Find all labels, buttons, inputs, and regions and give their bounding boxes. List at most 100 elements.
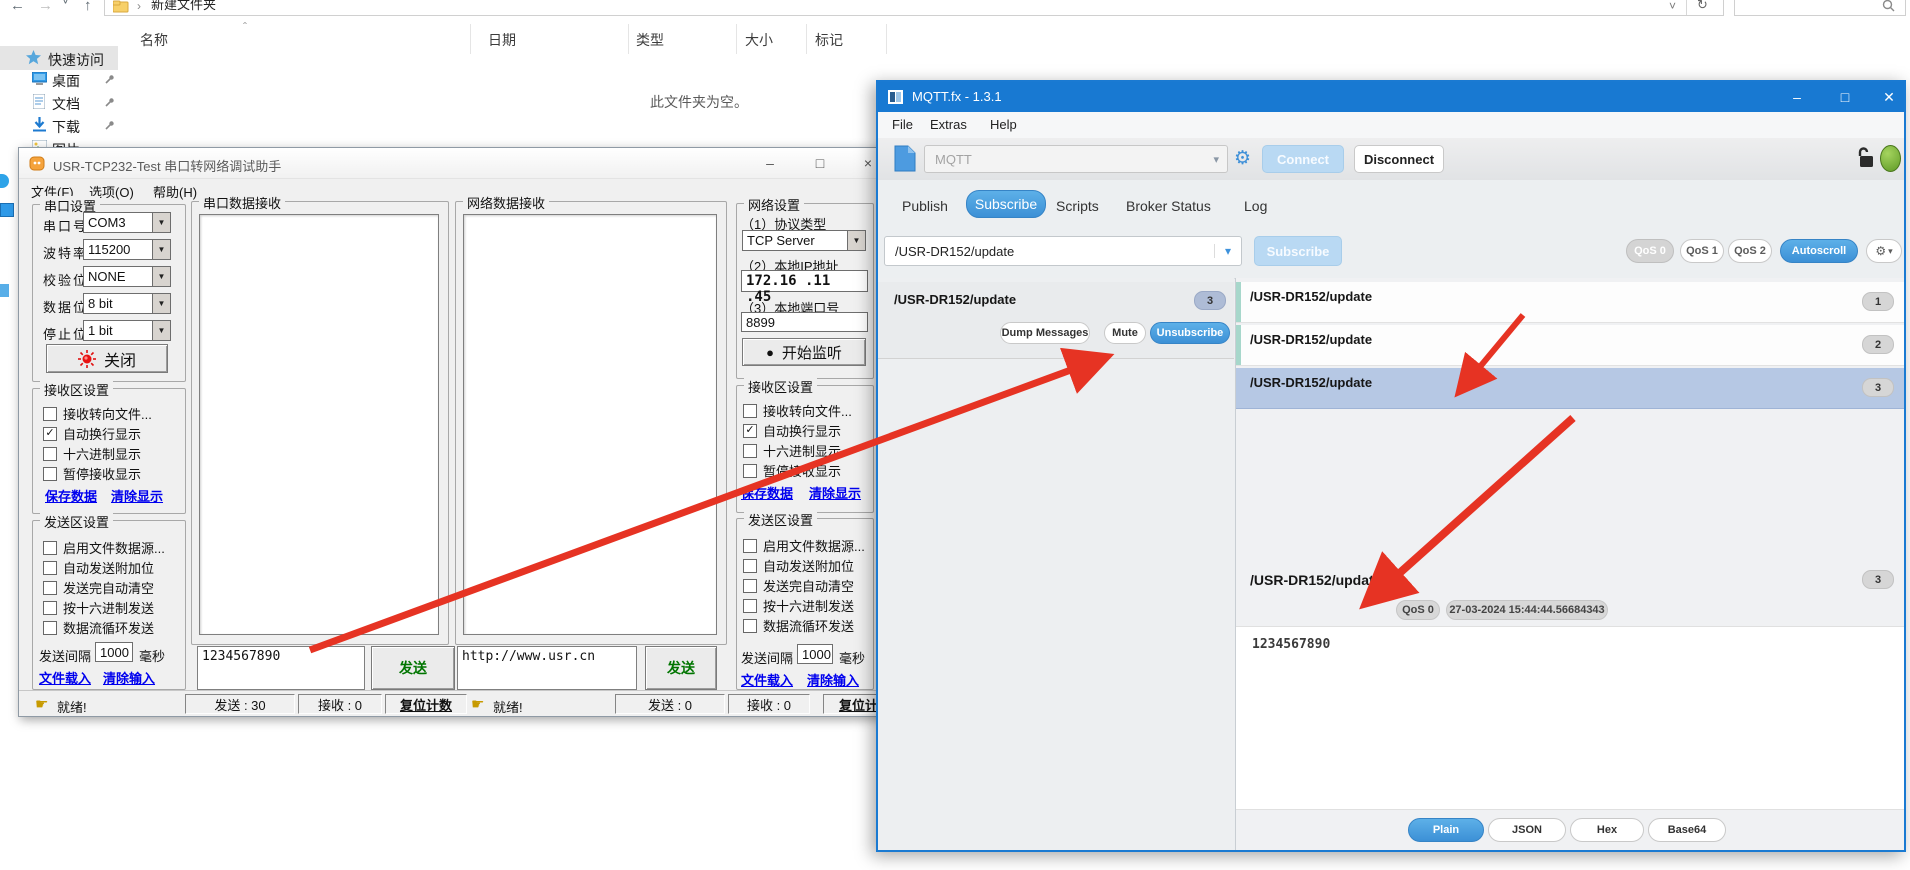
subscribe-button[interactable]: Subscribe xyxy=(1254,236,1342,266)
qos2-button[interactable]: QoS 2 xyxy=(1728,239,1772,263)
serial-recv-area[interactable] xyxy=(199,214,439,635)
sidebar-item-downloads[interactable]: 下载 xyxy=(0,114,118,136)
checkbox-hex-display[interactable]: 十六进制显示 xyxy=(43,444,141,463)
start-listen-button[interactable]: ● 开始监听 xyxy=(742,338,866,366)
back-icon[interactable]: ← xyxy=(10,0,25,14)
local-ip-input[interactable]: 172.16 .11 .45 xyxy=(741,270,868,292)
net-recv-area[interactable] xyxy=(463,214,717,635)
interval-input[interactable]: 1000 xyxy=(797,644,833,664)
stop-bits-select[interactable]: 1 bit▼ xyxy=(83,320,171,341)
qos1-button[interactable]: QoS 1 xyxy=(1680,239,1724,263)
usr-titlebar[interactable]: USR-TCP232-Test 串口转网络调试助手 – □ × xyxy=(19,148,887,179)
checkbox-file-datasource[interactable]: 启用文件数据源... xyxy=(43,538,165,557)
baud-rate-select[interactable]: 115200▼ xyxy=(83,239,171,260)
clear-display-link[interactable]: 清除显示 xyxy=(809,483,861,502)
dump-messages-button[interactable]: Dump Messages xyxy=(1000,322,1090,344)
checkbox-loop-send[interactable]: 数据流循环发送 xyxy=(743,616,854,635)
checkbox-send-as-hex[interactable]: 按十六进制发送 xyxy=(43,598,154,617)
forward-icon[interactable]: → xyxy=(38,0,53,14)
protocol-select[interactable]: TCP Server▼ xyxy=(742,230,866,251)
mqtt-titlebar[interactable]: MQTT.fx - 1.3.1 – □ ✕ xyxy=(878,82,1904,112)
format-base64-button[interactable]: Base64 xyxy=(1648,818,1726,842)
checkbox-auto-append[interactable]: 自动发送附加位 xyxy=(43,558,154,577)
close-serial-button[interactable]: 关闭 xyxy=(46,344,168,373)
tab-scripts[interactable]: Scripts xyxy=(1056,198,1099,214)
checkbox-clear-after-send[interactable]: 发送完自动清空 xyxy=(43,578,154,597)
dropdown-icon[interactable]: ▼ xyxy=(152,321,170,340)
search-input[interactable] xyxy=(1734,0,1906,16)
format-hex-button[interactable]: Hex xyxy=(1570,818,1644,842)
clear-input-link[interactable]: 清除输入 xyxy=(807,670,859,689)
column-header-tags[interactable]: 标记 xyxy=(815,30,843,50)
serial-send-input[interactable]: 1234567890 xyxy=(197,646,365,690)
address-bar[interactable]: › 新建文件夹 ˅ ↻ xyxy=(104,0,1724,16)
connect-button[interactable]: Connect xyxy=(1262,145,1344,173)
column-header-size[interactable]: 大小 xyxy=(745,30,773,50)
dropdown-icon[interactable]: ▼ xyxy=(152,213,170,232)
minimize-button[interactable]: – xyxy=(1780,82,1814,112)
menu-help[interactable]: Help xyxy=(990,117,1017,132)
reset-counter-left[interactable]: 复位计数 xyxy=(385,694,467,714)
data-bits-select[interactable]: 8 bit▼ xyxy=(83,293,171,314)
checkbox-loop-send[interactable]: 数据流循环发送 xyxy=(43,618,154,637)
checkbox-clear-after-send[interactable]: 发送完自动清空 xyxy=(743,576,854,595)
tab-publish[interactable]: Publish xyxy=(902,198,948,214)
dropdown-icon[interactable]: ▼ xyxy=(152,267,170,286)
up-icon[interactable]: ↑ xyxy=(84,0,92,14)
breadcrumb[interactable]: 新建文件夹 xyxy=(151,0,216,13)
minimize-button[interactable]: – xyxy=(755,152,785,174)
dropdown-icon[interactable]: ▼ xyxy=(847,231,865,250)
message-row[interactable]: /USR-DR152/update 1 xyxy=(1236,282,1904,323)
subscribe-options-button[interactable]: ⚙▾ xyxy=(1866,239,1902,263)
menu-file[interactable]: File xyxy=(892,117,913,132)
sidebar-item-desktop[interactable]: 桌面 xyxy=(0,68,118,90)
interval-input[interactable]: 1000 xyxy=(95,642,133,662)
com-port-select[interactable]: COM3▼ xyxy=(83,212,171,233)
mute-button[interactable]: Mute xyxy=(1104,322,1146,344)
serial-send-button[interactable]: 发送 xyxy=(371,646,455,690)
maximize-button[interactable]: □ xyxy=(805,152,835,174)
load-file-link[interactable]: 文件载入 xyxy=(39,668,91,687)
column-header-name[interactable]: 名称 xyxy=(140,30,168,50)
close-button[interactable]: ✕ xyxy=(1872,82,1906,112)
message-row-selected[interactable]: /USR-DR152/update 3 xyxy=(1236,368,1904,409)
menu-help[interactable]: 帮助(H) xyxy=(153,182,197,201)
local-port-input[interactable]: 8899 xyxy=(741,312,868,332)
clear-input-link[interactable]: 清除输入 xyxy=(103,668,155,687)
settings-gear-icon[interactable]: ⚙ xyxy=(1234,147,1251,170)
address-dropdown-icon[interactable]: ˅ xyxy=(1669,0,1676,13)
profile-select[interactable]: MQTT ▾ xyxy=(924,145,1228,173)
column-header-date[interactable]: 日期 xyxy=(488,30,516,50)
checkbox-pause-recv[interactable]: 暂停接收显示 xyxy=(743,461,841,480)
tab-log[interactable]: Log xyxy=(1244,198,1267,214)
net-send-button[interactable]: 发送 xyxy=(645,646,717,690)
payload-area[interactable]: 1234567890 xyxy=(1236,626,1904,810)
subscription-item[interactable]: /USR-DR152/update 3 Dump Messages Mute U… xyxy=(878,282,1234,359)
menu-extras[interactable]: Extras xyxy=(930,117,967,132)
column-header-type[interactable]: 类型 xyxy=(636,30,664,50)
checkbox-send-as-hex[interactable]: 按十六进制发送 xyxy=(743,596,854,615)
topic-dropdown-icon[interactable]: ▾ xyxy=(1214,244,1241,258)
checkbox-pause-recv[interactable]: 暂停接收显示 xyxy=(43,464,141,483)
tab-subscribe[interactable]: Subscribe xyxy=(966,190,1046,218)
checkbox-auto-append[interactable]: 自动发送附加位 xyxy=(743,556,854,575)
save-data-link[interactable]: 保存数据 xyxy=(741,483,793,502)
checkbox-recv-to-file[interactable]: 接收转向文件... xyxy=(43,404,152,423)
format-json-button[interactable]: JSON xyxy=(1488,818,1566,842)
parity-select[interactable]: NONE▼ xyxy=(83,266,171,287)
sidebar-item-quick-access[interactable]: 快速访问 xyxy=(0,46,118,70)
clear-display-link[interactable]: 清除显示 xyxy=(111,486,163,505)
checkbox-auto-linewrap[interactable]: ✓自动换行显示 xyxy=(743,421,841,440)
checkbox-recv-to-file[interactable]: 接收转向文件... xyxy=(743,401,852,420)
dropdown-icon[interactable]: ▼ xyxy=(152,240,170,259)
save-data-link[interactable]: 保存数据 xyxy=(45,486,97,505)
net-send-input[interactable]: http://www.usr.cn xyxy=(457,646,637,690)
checkbox-auto-linewrap[interactable]: ✓自动换行显示 xyxy=(43,424,141,443)
load-file-link[interactable]: 文件载入 xyxy=(741,670,793,689)
format-plain-button[interactable]: Plain xyxy=(1408,818,1484,842)
dropdown-icon[interactable]: ▼ xyxy=(152,294,170,313)
checkbox-file-datasource[interactable]: 启用文件数据源... xyxy=(743,536,865,555)
sidebar-item-documents[interactable]: 文档 xyxy=(0,91,118,113)
unsubscribe-button[interactable]: Unsubscribe xyxy=(1150,322,1230,344)
autoscroll-button[interactable]: Autoscroll xyxy=(1780,239,1858,263)
